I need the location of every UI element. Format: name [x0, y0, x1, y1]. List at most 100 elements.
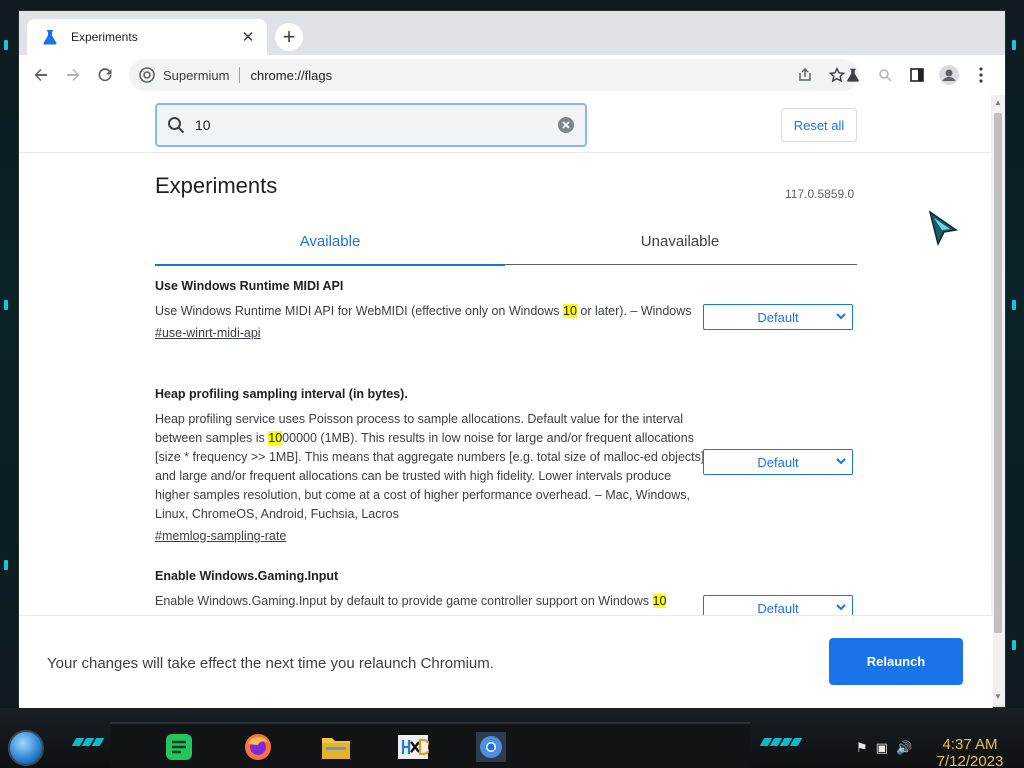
version-label: 117.0.5859.0 [785, 187, 855, 201]
select-value: Default [757, 600, 799, 616]
menu-button[interactable] [965, 59, 997, 91]
experiment-select[interactable]: Default [703, 449, 853, 475]
share-icon [799, 67, 811, 81]
profile-button[interactable] [933, 59, 965, 91]
firefox-icon[interactable] [241, 732, 275, 762]
search-tabs-button[interactable] [869, 59, 901, 91]
arrow-left-icon [34, 69, 47, 81]
labs-button[interactable] [837, 59, 869, 91]
tab-experiments[interactable]: Experiments ✕ [27, 19, 267, 55]
toolbar-right-actions [837, 59, 997, 91]
search-row: 10 Reset all [19, 95, 993, 153]
site-chip-label: Supermium [163, 67, 230, 83]
experiment-link[interactable]: #memlog-sampling-rate [155, 529, 705, 543]
file-explorer-icon[interactable] [319, 732, 353, 762]
share-button[interactable] [793, 63, 817, 87]
experiment-description: Heap profiling service uses Poisson proc… [155, 412, 705, 521]
relaunch-bar: Your changes will take effect the next t… [19, 615, 993, 709]
flags-page: 10 Reset all Experiments 117.0.5859.0 Av… [19, 95, 993, 615]
experiment-description: Enable Windows.Gaming.Input by default t… [155, 594, 667, 608]
search-icon [168, 117, 185, 134]
chevron-down-icon [836, 313, 846, 320]
page-scrollbar[interactable]: ▲ ▼ [991, 95, 1005, 705]
browser-window: Experiments ✕ + Supermium chrome://flags [18, 10, 1006, 709]
clear-search-icon[interactable] [557, 116, 575, 134]
close-tab-icon[interactable]: ✕ [239, 28, 257, 46]
clock-time: 4:37 AM [942, 736, 998, 753]
scrollbar-thumb[interactable] [994, 113, 1002, 633]
experiment-item: Enable Windows.Gaming.Input Enable Windo… [155, 569, 705, 611]
search-highlight: 10 [652, 594, 667, 608]
desktop-top-edge [0, 0, 1024, 10]
taskbar-decoration [71, 738, 105, 748]
chrome-logo-icon [139, 67, 155, 83]
flask-icon [847, 68, 859, 82]
volume-icon[interactable]: 🔊 [896, 740, 912, 756]
desktop-neon-accent [4, 300, 8, 310]
desktop-neon-accent [1012, 640, 1016, 650]
desktop-neon-accent [4, 40, 8, 50]
notes-app-icon[interactable] [162, 732, 196, 762]
start-button[interactable] [8, 730, 44, 766]
experiment-name: Use Windows Runtime MIDI API [155, 279, 344, 293]
network-icon[interactable]: ▣ [876, 740, 888, 756]
chevron-down-icon [836, 604, 846, 611]
desktop-left-edge [0, 0, 18, 720]
omnibox[interactable]: Supermium chrome://flags [129, 59, 859, 91]
tab-available[interactable]: Available [155, 233, 505, 250]
desktop-right-edge [1006, 0, 1024, 720]
reload-button[interactable] [89, 59, 121, 91]
hxd-editor-icon[interactable] [396, 732, 430, 762]
flask-icon [43, 30, 57, 45]
desktop-neon-accent [4, 560, 8, 570]
relaunch-button[interactable]: Relaunch [829, 638, 963, 685]
tab-unavailable[interactable]: Unavailable [505, 233, 855, 250]
tab-strip: Experiments ✕ + [19, 11, 1005, 55]
reload-icon [98, 68, 112, 82]
chromium-icon[interactable] [474, 732, 508, 762]
new-tab-button[interactable]: + [275, 23, 303, 51]
flags-search-input[interactable]: 10 [155, 103, 587, 147]
relaunch-message: Your changes will take effect the next t… [47, 655, 494, 672]
scroll-up-icon[interactable]: ▲ [994, 99, 1002, 107]
flag-icon[interactable]: ⚑ [856, 740, 868, 756]
system-tray: ⚑ ▣ 🔊 [856, 740, 912, 756]
taskbar: ⚑ ▣ 🔊 4:37 AM 7/12/2023 [0, 708, 1024, 768]
experiment-item: Use Windows Runtime MIDI API Use Windows… [155, 279, 705, 340]
taskbar-apps [110, 722, 750, 768]
browser-toolbar: Supermium chrome://flags [19, 55, 1005, 95]
tab-title: Experiments [71, 30, 138, 44]
select-value: Default [757, 309, 799, 325]
kebab-menu-icon [979, 67, 983, 83]
arrow-right-icon [67, 69, 80, 81]
experiment-description: Use Windows Runtime MIDI API for WebMIDI… [155, 304, 692, 318]
taskbar-clock[interactable]: 4:37 AM 7/12/2023 [930, 736, 1010, 768]
reset-all-button[interactable]: Reset all [781, 108, 857, 142]
page-title: Experiments [155, 173, 278, 198]
taskbar-decoration [759, 738, 803, 748]
experiment-name: Enable Windows.Gaming.Input [155, 569, 339, 583]
mouse-cursor-icon [928, 210, 958, 246]
experiment-select[interactable]: Default [703, 304, 853, 330]
back-button[interactable] [25, 59, 57, 91]
scroll-down-icon[interactable]: ▼ [994, 693, 1002, 701]
desktop-neon-accent [1012, 40, 1016, 50]
omnibox-separator [239, 67, 241, 83]
experiment-name: Heap profiling sampling interval (in byt… [155, 387, 408, 401]
side-panel-button[interactable] [901, 59, 933, 91]
search-highlight: 10 [563, 304, 577, 318]
avatar-icon [939, 65, 959, 85]
search-highlight: 10 [268, 431, 283, 445]
forward-button[interactable] [57, 59, 89, 91]
url-text[interactable]: chrome://flags [250, 68, 785, 83]
experiment-select[interactable]: Default [703, 595, 853, 615]
experiment-link[interactable]: #use-winrt-midi-api [155, 326, 705, 340]
chevron-down-icon [836, 458, 846, 465]
search-value[interactable]: 10 [195, 117, 557, 133]
side-panel-icon [910, 68, 924, 82]
site-chip[interactable]: Supermium [139, 67, 229, 83]
experiment-item: Heap profiling sampling interval (in byt… [155, 387, 705, 543]
desktop-neon-accent [1012, 300, 1016, 310]
select-value: Default [757, 454, 799, 470]
clock-date: 7/12/2023 [936, 753, 1004, 768]
